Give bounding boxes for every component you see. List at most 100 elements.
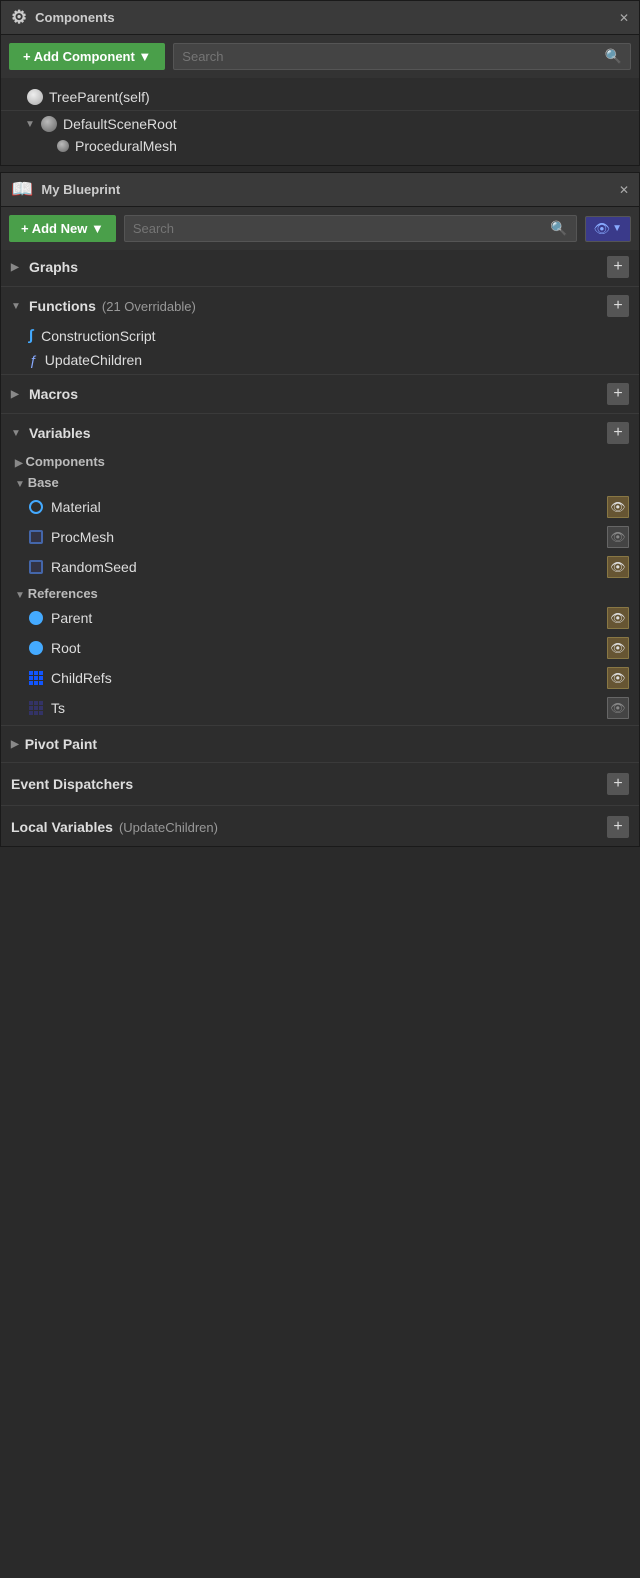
components-title-text: Components [35,10,114,25]
gear-sphere-icon-defaultsceneroot [41,116,57,132]
var-group-components[interactable]: ▶ Components [1,450,639,471]
tree-item-proceduralmesh[interactable]: ProceduralMesh [1,135,639,157]
var-item-parent[interactable]: Parent 👁 [1,603,639,633]
func-item-constructionscript[interactable]: ∫ ConstructionScript [1,323,639,348]
graphs-section-header[interactable]: Graphs + [1,250,639,284]
macros-add-button[interactable]: + [607,383,629,405]
func-label-constructionscript: ConstructionScript [41,328,155,344]
material-dot-icon [29,500,43,514]
components-search-icon: 🔍 [605,48,622,65]
randomseed-eye-button[interactable]: 👁 [607,556,629,578]
var-label-ts: Ts [51,700,65,716]
var-group-references[interactable]: ▼ References [1,582,639,603]
blueprint-panel: 📖 My Blueprint ✕ + Add New ▼ 🔍 👁 ▼ Graph… [0,172,640,847]
var-label-root: Root [51,640,81,656]
var-item-material[interactable]: Material 👁 [1,492,639,522]
macros-section-header[interactable]: Macros + [1,377,639,411]
functions-subtitle: (21 Overridable) [102,299,196,314]
local-variables-title: Local Variables (UpdateChildren) [11,819,218,835]
var-group-base-arrow: ▼ [15,479,28,490]
blueprint-toolbar: + Add New ▼ 🔍 👁 ▼ [1,207,639,250]
graphs-section-title: Graphs [11,259,78,275]
var-label-material: Material [51,499,101,515]
functions-label: Functions [29,298,96,314]
eye-visibility-button[interactable]: 👁 ▼ [585,216,631,242]
pivot-paint-section[interactable]: ▶ Pivot Paint [1,728,639,760]
tree-item-defaultsceneroot[interactable]: ▼ DefaultSceneRoot [1,113,639,135]
var-item-randomseed[interactable]: RandomSeed 👁 [1,552,639,582]
components-panel-title: ⚙ Components [11,7,115,28]
blueprint-close-button[interactable]: ✕ [619,183,629,197]
var-item-root[interactable]: Root 👁 [1,633,639,663]
macros-section-title: Macros [11,386,78,402]
components-search-input[interactable] [182,49,598,64]
construction-script-icon: ∫ [29,327,33,344]
graphs-section-arrow [11,262,23,273]
var-label-childrefs: ChildRefs [51,670,112,686]
event-dispatchers-section[interactable]: Event Dispatchers + [1,765,639,803]
components-panel-header: ⚙ Components ✕ [1,1,639,35]
childrefs-grid-icon [29,671,43,685]
var-group-base-label: Base [28,475,59,490]
blueprint-search-input[interactable] [133,221,544,236]
variables-section-arrow [11,428,23,439]
var-item-procmesh[interactable]: ProcMesh 👁 [1,522,639,552]
procmesh-dot-icon [29,530,43,544]
var-item-ts-left: Ts [29,700,65,716]
tree-arrow-defaultsceneroot: ▼ [25,119,35,130]
variables-add-button[interactable]: + [607,422,629,444]
event-dispatchers-title: Event Dispatchers [11,776,133,792]
func-item-updatechildren[interactable]: ƒ UpdateChildren [1,348,639,372]
var-item-procmesh-left: ProcMesh [29,529,114,545]
variables-section-title: Variables [11,425,91,441]
tree-label-defaultsceneroot: DefaultSceneRoot [63,116,177,132]
event-dispatchers-label: Event Dispatchers [11,776,133,792]
childrefs-eye-button[interactable]: 👁 [607,667,629,689]
functions-add-button[interactable]: + [607,295,629,317]
var-item-childrefs[interactable]: ChildRefs 👁 [1,663,639,693]
pivot-paint-label: Pivot Paint [25,736,97,752]
parent-eye-button[interactable]: 👁 [607,607,629,629]
local-variables-section[interactable]: Local Variables (UpdateChildren) + [1,808,639,846]
functions-section-header[interactable]: Functions (21 Overridable) + [1,289,639,323]
functions-section-arrow [11,301,23,312]
macros-section-arrow [11,389,23,400]
var-item-childrefs-left: ChildRefs [29,670,112,686]
variables-section-header[interactable]: Variables + [1,416,639,450]
sphere-icon-treeparent [27,89,43,105]
tree-label-proceduralmesh: ProceduralMesh [75,138,177,154]
pivot-paint-title: ▶ Pivot Paint [11,736,97,752]
components-icon: ⚙ [11,7,27,28]
var-item-parent-left: Parent [29,610,92,626]
var-group-components-label: Components [25,454,104,469]
graphs-add-button[interactable]: + [607,256,629,278]
var-label-parent: Parent [51,610,92,626]
blueprint-icon: 📖 [11,179,33,200]
variables-label: Variables [29,425,91,441]
add-new-button[interactable]: + Add New ▼ [9,215,116,242]
ts-eye-button[interactable]: 👁 [607,697,629,719]
var-group-references-label: References [28,586,98,601]
local-variables-add-button[interactable]: + [607,816,629,838]
components-panel: ⚙ Components ✕ + Add Component ▼ 🔍 TreeP… [0,0,640,166]
components-tree: TreeParent(self) ▼ DefaultSceneRoot Proc… [1,78,639,165]
var-group-base[interactable]: ▼ Base [1,471,639,492]
event-dispatchers-add-button[interactable]: + [607,773,629,795]
var-group-references-arrow: ▼ [15,590,28,601]
local-variables-label: Local Variables [11,819,113,835]
tree-label-treeparent: TreeParent(self) [49,89,150,105]
root-eye-button[interactable]: 👁 [607,637,629,659]
var-item-ts[interactable]: Ts 👁 [1,693,639,723]
components-close-button[interactable]: ✕ [619,11,629,25]
graphs-label: Graphs [29,259,78,275]
material-eye-button[interactable]: 👁 [607,496,629,518]
var-label-randomseed: RandomSeed [51,559,137,575]
procmesh-eye-button[interactable]: 👁 [607,526,629,548]
functions-section-title: Functions (21 Overridable) [11,298,196,314]
macros-label: Macros [29,386,78,402]
gear-sphere-icon-proceduralmesh [57,140,69,152]
add-component-button[interactable]: + Add Component ▼ [9,43,165,70]
blueprint-title-text: My Blueprint [41,182,120,197]
tree-item-treeparent[interactable]: TreeParent(self) [1,86,639,108]
components-toolbar: + Add Component ▼ 🔍 [1,35,639,78]
